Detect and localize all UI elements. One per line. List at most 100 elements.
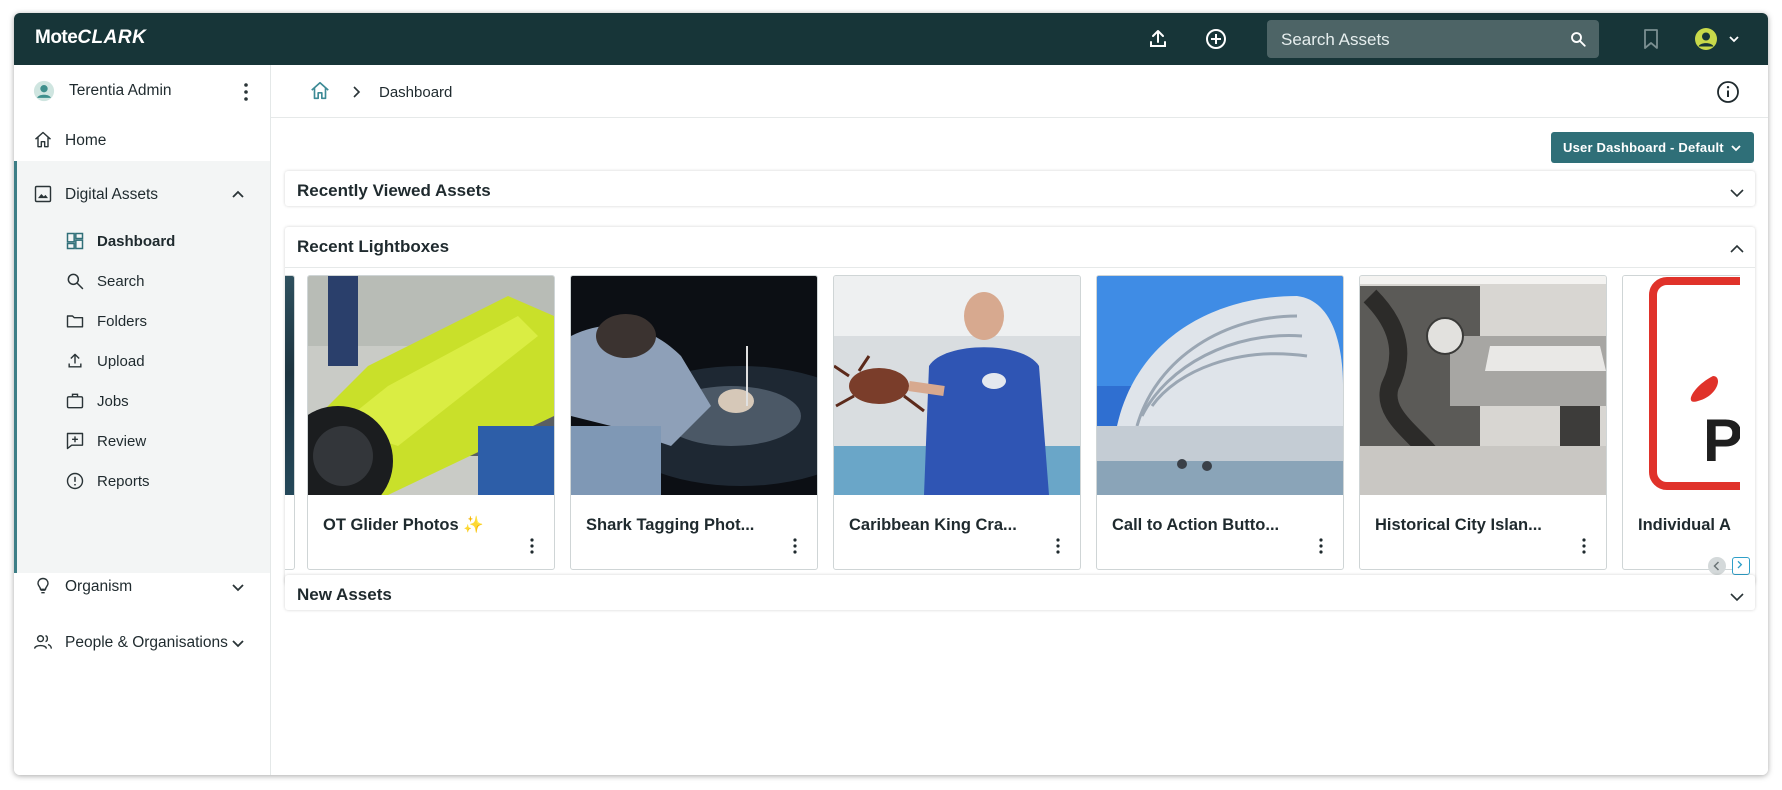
- more-vertical-icon[interactable]: [1311, 536, 1331, 556]
- lightbox-title[interactable]: Caribbean King Cra...: [849, 516, 1017, 535]
- sidebar-item-label: Reports: [97, 473, 150, 490]
- sidebar-item-label: Organism: [65, 578, 133, 595]
- search-input[interactable]: [1279, 20, 1563, 60]
- lightbox-title[interactable]: Shark Tagging Phot...: [586, 516, 754, 535]
- sidebar-item-label: Home: [65, 132, 107, 149]
- info-circle-icon: [66, 472, 84, 490]
- sidebar-item-review[interactable]: Review: [14, 421, 270, 461]
- lightbox-title-text: OT Glider Photos: [323, 516, 459, 534]
- user-avatar-icon[interactable]: [1694, 27, 1718, 51]
- briefcase-icon: [66, 393, 84, 409]
- svg-text:P: P: [1703, 407, 1740, 474]
- breadcrumb-current: Dashboard: [379, 84, 453, 101]
- lightbox-thumbnail: [834, 276, 1080, 495]
- carousel-next-button[interactable]: [1732, 557, 1750, 575]
- add-circle-icon[interactable]: [1204, 27, 1228, 51]
- home-icon: [35, 131, 51, 148]
- new-assets-panel[interactable]: New Assets: [285, 575, 1755, 610]
- more-vertical-icon[interactable]: [234, 80, 258, 104]
- user-row: Terentia Admin: [14, 65, 270, 119]
- sidebar-item-jobs[interactable]: Jobs: [14, 381, 270, 421]
- folder-icon: [66, 315, 84, 328]
- sidebar-item-digital-assets[interactable]: Digital Assets: [14, 173, 270, 217]
- user-avatar-icon: [33, 80, 55, 102]
- main-content: Dashboard User Dashboard - Default Recen…: [271, 65, 1768, 775]
- chevron-down-icon[interactable]: [1729, 185, 1745, 201]
- review-icon: [66, 432, 84, 450]
- lightbox-card[interactable]: Caribbean King Cra...: [833, 275, 1081, 570]
- more-vertical-icon[interactable]: [1048, 536, 1068, 556]
- sidebar-item-people-organisations[interactable]: People & Organisations: [14, 621, 270, 665]
- lightbox-thumbnail: [285, 276, 294, 495]
- chevron-left-icon: [1713, 561, 1720, 571]
- sidebar-item-dashboard[interactable]: Dashboard: [14, 221, 270, 261]
- panel-title: Recently Viewed Assets: [297, 181, 491, 200]
- lightbox-card[interactable]: Call to Action Butto...: [1096, 275, 1344, 570]
- more-vertical-icon[interactable]: [522, 536, 542, 556]
- user-name: Terentia Admin: [69, 82, 172, 99]
- chevron-up-icon[interactable]: [1729, 241, 1745, 257]
- app-window: MoteCLARK Search Assets Terentia Admin H…: [14, 13, 1768, 775]
- sidebar: Terentia Admin Home Digital Assets Dashb…: [14, 65, 271, 775]
- sidebar-item-reports[interactable]: Reports: [14, 461, 270, 501]
- people-icon: [33, 635, 53, 649]
- chevron-up-icon[interactable]: [231, 188, 245, 202]
- image-icon: [34, 185, 52, 203]
- chevron-down-icon[interactable]: [231, 580, 245, 594]
- home-icon[interactable]: [309, 80, 331, 102]
- chevron-down-icon: [1731, 145, 1741, 152]
- lightbox-card[interactable]: [285, 275, 295, 570]
- chevron-down-icon[interactable]: [231, 636, 245, 650]
- panel-divider: [285, 267, 1755, 268]
- sidebar-item-label: People & Organisations: [65, 634, 228, 651]
- breadcrumb: Dashboard: [271, 65, 1768, 118]
- chevron-down-icon[interactable]: [1728, 33, 1740, 45]
- search-icon: [67, 273, 84, 290]
- sidebar-item-label: Jobs: [97, 393, 129, 410]
- app-logo[interactable]: MoteCLARK: [35, 27, 146, 49]
- upload-icon[interactable]: [1146, 27, 1170, 51]
- lightbox-title[interactable]: Historical City Islan...: [1375, 516, 1542, 535]
- more-vertical-icon[interactable]: [785, 536, 805, 556]
- sidebar-item-label: Dashboard: [97, 233, 176, 250]
- sidebar-item-upload[interactable]: Upload: [14, 341, 270, 381]
- sidebar-item-organism[interactable]: Organism: [14, 565, 270, 609]
- chevron-down-icon[interactable]: [1729, 589, 1745, 605]
- sparkle-icon: ✨: [463, 516, 484, 534]
- sidebar-item-label: Upload: [97, 353, 145, 370]
- sidebar-item-label: Digital Assets: [65, 186, 159, 203]
- lightbox-card[interactable]: Historical City Islan...: [1359, 275, 1607, 570]
- sidebar-item-label: Review: [97, 433, 147, 450]
- lightbox-title[interactable]: Individual A: [1638, 516, 1731, 535]
- sidebar-item-home[interactable]: Home: [14, 119, 270, 163]
- dashboard-selector-button[interactable]: User Dashboard - Default: [1551, 132, 1754, 163]
- lightbulb-icon: [37, 577, 49, 594]
- recent-lightboxes-panel: Recent Lightboxes OT Glider Photos ✨ Sha…: [285, 227, 1755, 585]
- bookmark-icon[interactable]: [1639, 27, 1663, 51]
- sidebar-item-folders[interactable]: Folders: [14, 301, 270, 341]
- lightbox-carousel: OT Glider Photos ✨ Shark Tagging Phot...…: [285, 275, 1740, 575]
- dashboard-selector-label: User Dashboard - Default: [1563, 140, 1724, 155]
- lightbox-card[interactable]: Shark Tagging Phot...: [570, 275, 818, 570]
- sidebar-item-label: Folders: [97, 313, 148, 330]
- carousel-prev-button[interactable]: [1708, 557, 1726, 575]
- lightbox-card[interactable]: OT Glider Photos ✨: [307, 275, 555, 570]
- lightbox-thumbnail: [571, 276, 817, 495]
- lightbox-thumbnail: P: [1623, 276, 1740, 495]
- sidebar-item-search[interactable]: Search: [14, 261, 270, 301]
- lightbox-card[interactable]: P Individual A: [1622, 275, 1740, 570]
- lightbox-thumbnail: [1360, 276, 1606, 495]
- panel-title: New Assets: [297, 585, 392, 604]
- panel-title: Recent Lightboxes: [297, 237, 450, 256]
- sidebar-item-label: Search: [97, 273, 145, 290]
- lightbox-title[interactable]: OT Glider Photos ✨: [323, 516, 484, 535]
- recently-viewed-panel[interactable]: Recently Viewed Assets: [285, 171, 1755, 206]
- chevron-right-icon: [1737, 560, 1743, 569]
- lightbox-title[interactable]: Call to Action Butto...: [1112, 516, 1279, 535]
- info-icon[interactable]: [1716, 80, 1740, 104]
- lightbox-thumbnail: [308, 276, 554, 495]
- search-icon[interactable]: [1569, 30, 1587, 48]
- lightbox-thumbnail: [1097, 276, 1343, 495]
- more-vertical-icon[interactable]: [1574, 536, 1594, 556]
- logo-text-clark: CLARK: [77, 27, 147, 48]
